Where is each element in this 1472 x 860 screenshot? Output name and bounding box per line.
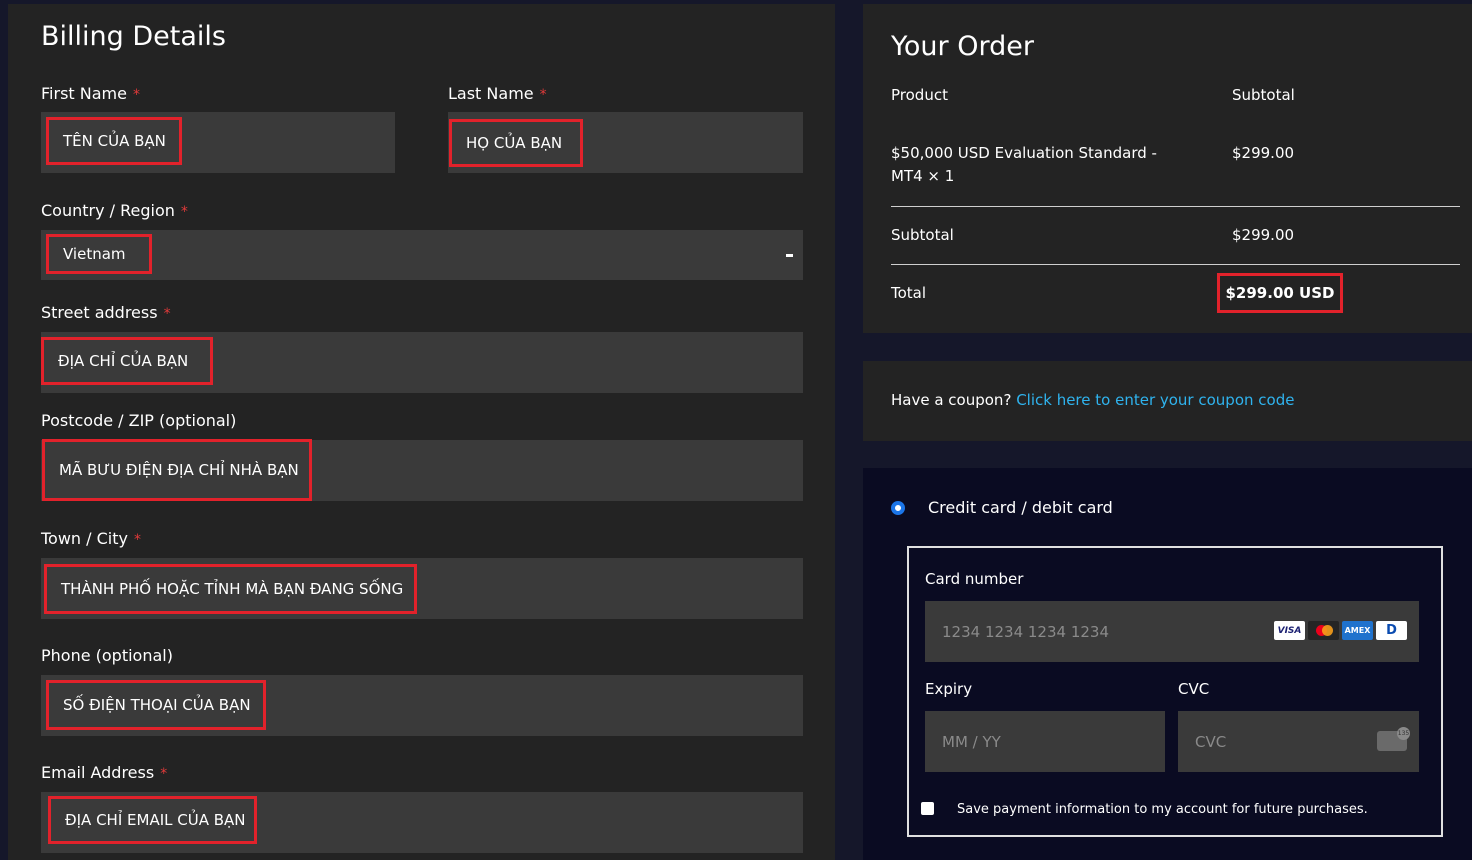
country-value: Vietnam bbox=[46, 234, 152, 274]
postcode-value: MÃ BƯU ĐIỆN ĐỊA CHỈ NHÀ BẠN bbox=[42, 439, 312, 501]
order-summary-panel: Your Order Product Subtotal $50,000 USD … bbox=[863, 4, 1472, 333]
country-label: Country / Region * bbox=[41, 201, 188, 220]
card-number-label: Card number bbox=[925, 570, 1024, 588]
coupon-prompt: Have a coupon? bbox=[891, 391, 1012, 409]
divider bbox=[891, 264, 1460, 265]
dropdown-arrow-icon bbox=[786, 254, 793, 257]
billing-title: Billing Details bbox=[41, 21, 226, 52]
credit-card-label[interactable]: Credit card / debit card bbox=[928, 498, 1113, 517]
subtotal-value: $299.00 bbox=[1232, 226, 1295, 244]
cvc-placeholder: CVC bbox=[1195, 732, 1227, 751]
postcode-label: Postcode / ZIP (optional) bbox=[41, 411, 237, 430]
card-number-input[interactable]: 1234 1234 1234 1234 VISA AMEX D bbox=[925, 601, 1419, 662]
cvc-input[interactable]: CVC 135 bbox=[1178, 711, 1419, 772]
email-label: Email Address * bbox=[41, 763, 168, 782]
amex-icon: AMEX bbox=[1342, 621, 1373, 640]
expiry-placeholder: MM / YY bbox=[942, 732, 1001, 751]
coupon-text: Have a coupon? Click here to enter your … bbox=[891, 391, 1294, 409]
diners-club-icon: D bbox=[1376, 621, 1407, 640]
mastercard-icon bbox=[1308, 621, 1339, 640]
card-form: Card number 1234 1234 1234 1234 VISA AME… bbox=[907, 546, 1443, 837]
credit-card-radio[interactable] bbox=[891, 501, 905, 515]
subtotal-label: Subtotal bbox=[891, 226, 954, 244]
phone-label: Phone (optional) bbox=[41, 646, 173, 665]
save-payment-checkbox[interactable] bbox=[921, 802, 934, 815]
cvc-label: CVC bbox=[1178, 680, 1210, 698]
last-name-label: Last Name * bbox=[448, 84, 547, 103]
email-value: ĐỊA CHỈ EMAIL CỦA BẠN bbox=[48, 796, 257, 844]
first-name-label: First Name * bbox=[41, 84, 140, 103]
total-value: $299.00 USD bbox=[1217, 273, 1343, 313]
order-item-price: $299.00 bbox=[1232, 144, 1295, 162]
city-label: Town / City * bbox=[41, 529, 141, 548]
order-title: Your Order bbox=[891, 31, 1034, 62]
save-payment-label[interactable]: Save payment information to my account f… bbox=[957, 802, 1368, 817]
city-value: THÀNH PHỐ HOẶC TỈNH MÀ BẠN ĐANG SỐNG bbox=[44, 564, 417, 614]
order-item-quantity: MT4 × 1 bbox=[891, 167, 955, 185]
last-name-value: HỌ CỦA BẠN bbox=[449, 119, 583, 167]
payment-panel: Credit card / debit card Card number 123… bbox=[863, 468, 1472, 860]
street-label: Street address * bbox=[41, 303, 171, 322]
first-name-value: TÊN CỦA BẠN bbox=[46, 117, 182, 165]
divider bbox=[891, 206, 1460, 207]
country-select[interactable] bbox=[41, 230, 803, 280]
cvc-card-icon: 135 bbox=[1377, 727, 1410, 751]
card-brands: VISA AMEX D bbox=[1274, 621, 1407, 640]
phone-value: SỐ ĐIỆN THOẠI CỦA BẠN bbox=[46, 680, 266, 730]
column-header-subtotal: Subtotal bbox=[1232, 86, 1295, 104]
total-label: Total bbox=[891, 284, 927, 302]
billing-details-panel: Billing Details First Name * TÊN CỦA BẠN … bbox=[8, 4, 835, 860]
expiry-label: Expiry bbox=[925, 680, 973, 698]
street-value: ĐỊA CHỈ CỦA BẠN bbox=[41, 337, 213, 385]
coupon-panel: Have a coupon? Click here to enter your … bbox=[863, 361, 1472, 441]
expiry-input[interactable]: MM / YY bbox=[925, 711, 1165, 772]
card-number-placeholder: 1234 1234 1234 1234 bbox=[942, 622, 1109, 641]
column-header-product: Product bbox=[891, 86, 948, 104]
coupon-link[interactable]: Click here to enter your coupon code bbox=[1016, 391, 1294, 409]
visa-icon: VISA bbox=[1274, 621, 1305, 640]
order-item-name: $50,000 USD Evaluation Standard - bbox=[891, 144, 1157, 162]
